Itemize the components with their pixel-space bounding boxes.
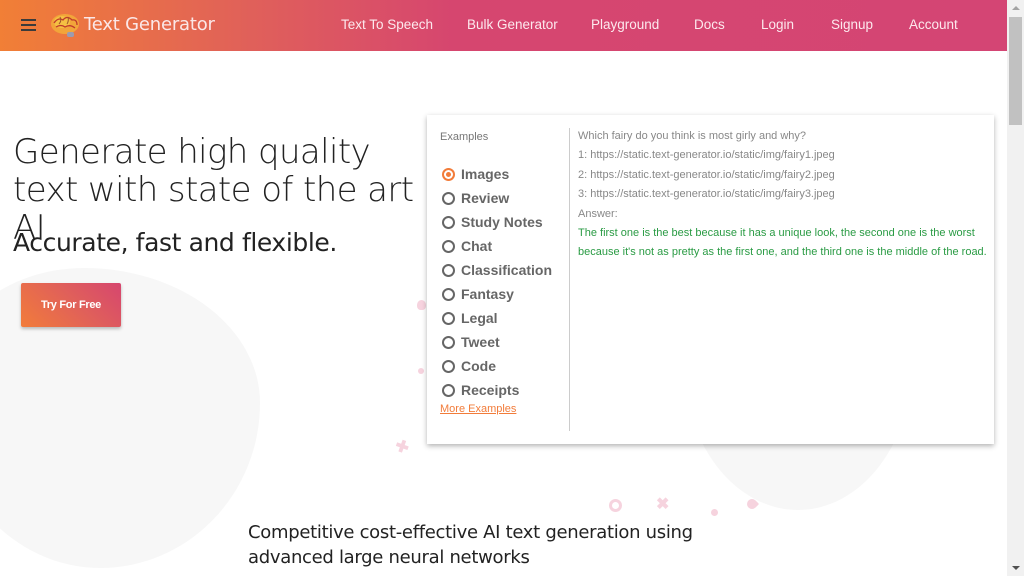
examples-radio-group: Images Review Study Notes Chat Classific… [442,162,552,402]
example-option-label: Fantasy [461,286,514,302]
hero-subtitle: Accurate, fast and flexible. [13,228,337,257]
prompt-line: Answer: [578,207,618,220]
scroll-up-arrow-icon[interactable] [1007,0,1024,16]
more-examples-link[interactable]: More Examples [440,403,516,415]
radio-unchecked-icon[interactable] [442,383,455,397]
radio-unchecked-icon[interactable] [442,359,455,373]
example-option-label: Study Notes [461,214,543,230]
prompt-line: 2: https://static.text-generator.io/stat… [578,168,835,181]
radio-unchecked-icon[interactable] [442,311,455,325]
examples-card: Examples Images Review Study Notes Chat [427,115,994,444]
example-option-label: Receipts [461,382,520,398]
radio-unchecked-icon[interactable] [442,215,455,229]
top-navbar: Text Generator Text To Speech Bulk Gener… [0,0,1007,51]
example-option-review[interactable]: Review [442,186,552,210]
nav-account[interactable]: Account [909,17,958,32]
radio-unchecked-icon[interactable] [442,239,455,253]
example-option-chat[interactable]: Chat [442,234,552,258]
example-output: Which fairy do you think is most girly a… [578,127,988,263]
decor-x: ✖ [656,496,670,513]
card-divider [569,128,570,431]
examples-label: Examples [440,131,489,143]
decor-circle [609,499,622,512]
example-option-receipts[interactable]: Receipts [442,378,552,402]
example-option-study-notes[interactable]: Study Notes [442,210,552,234]
example-option-label: Code [461,358,496,374]
decor-dot-2 [711,509,718,516]
nav-bulk-generator[interactable]: Bulk Generator [467,17,558,32]
try-for-free-button[interactable]: Try For Free [21,283,121,327]
examples-selector: Examples Images Review Study Notes Chat [427,115,569,444]
tagline: Competitive cost-effective AI text gener… [248,522,693,568]
nav-signup[interactable]: Signup [831,17,873,32]
generated-answer: The first one is the best because it has… [578,227,987,259]
example-option-label: Tweet [461,334,500,350]
example-option-label: Legal [461,310,498,326]
nav-playground[interactable]: Playground [591,17,659,32]
nav-docs[interactable]: Docs [694,17,725,32]
example-option-label: Review [461,190,510,206]
radio-unchecked-icon[interactable] [442,335,455,349]
main-nav: Text To Speech Bulk Generator Playground… [0,17,1007,35]
example-option-images[interactable]: Images [442,162,552,186]
vertical-scrollbar[interactable] [1007,0,1024,576]
example-option-label: Chat [461,238,493,254]
example-option-legal[interactable]: Legal [442,306,552,330]
example-option-code[interactable]: Code [442,354,552,378]
example-option-classification[interactable]: Classification [442,258,552,282]
prompt-line: 1: https://static.text-generator.io/stat… [578,149,835,162]
decor-cross: ✚ [392,437,412,458]
example-option-label: Images [461,166,510,182]
decor-dot [418,368,424,374]
decor-heart [417,300,426,310]
radio-unchecked-icon[interactable] [442,287,455,301]
prompt-line: Which fairy do you think is most girly a… [578,130,807,142]
radio-unchecked-icon[interactable] [442,263,455,277]
page: ✚ ✖ Text Generator Text To Speech Bulk G… [0,0,1007,576]
scrollbar-thumb[interactable] [1009,17,1022,125]
nav-login[interactable]: Login [761,17,794,32]
example-option-label: Classification [461,262,553,278]
radio-checked-icon[interactable] [442,167,455,181]
example-option-fantasy[interactable]: Fantasy [442,282,552,306]
prompt-line: 3: https://static.text-generator.io/stat… [578,188,835,201]
example-option-tweet[interactable]: Tweet [442,330,552,354]
scroll-down-arrow-icon[interactable] [1007,560,1024,576]
radio-unchecked-icon[interactable] [442,191,455,205]
nav-text-to-speech[interactable]: Text To Speech [341,17,433,32]
